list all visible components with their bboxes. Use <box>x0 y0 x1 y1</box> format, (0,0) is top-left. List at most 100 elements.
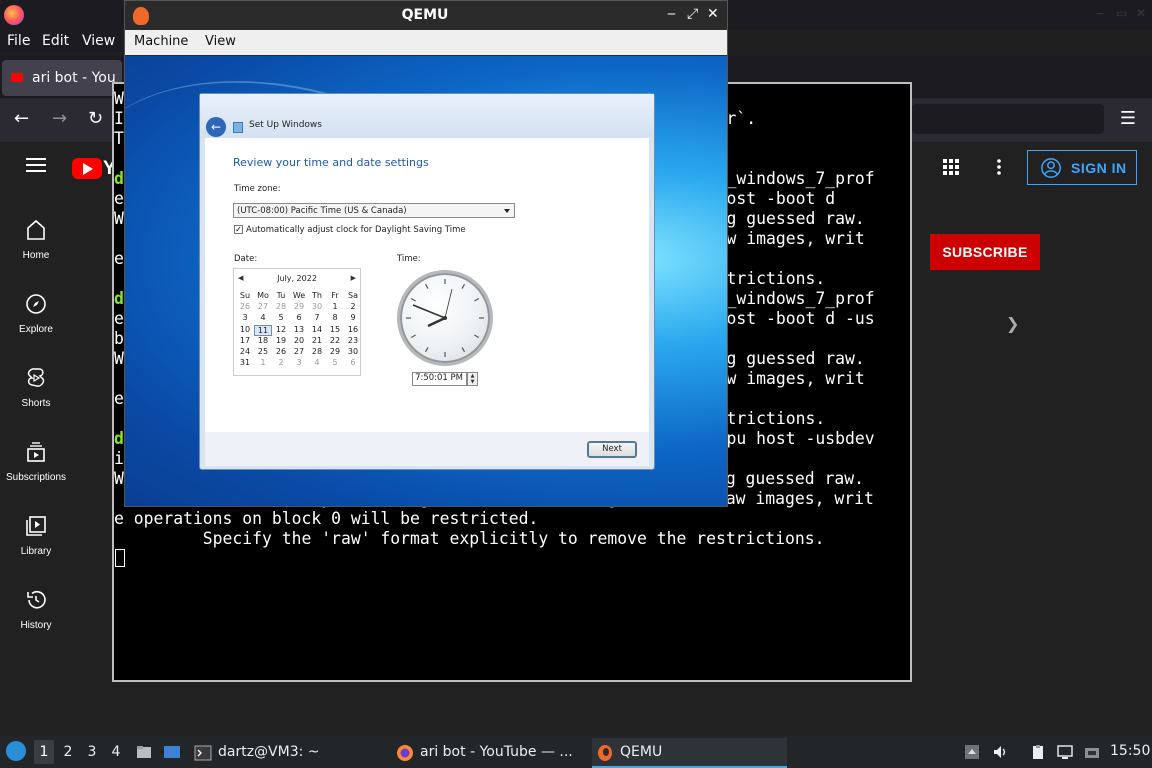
calendar-day[interactable]: 16 <box>344 325 362 334</box>
maximize-icon[interactable]: ▭ <box>1116 6 1127 20</box>
forward-icon[interactable]: → <box>52 108 67 129</box>
browser-tab[interactable]: ari bot - You <box>2 60 122 96</box>
menu-machine[interactable]: Machine <box>134 34 188 49</box>
more-vert-icon[interactable] <box>997 159 1001 175</box>
sidebar-item-explore[interactable]: Explore <box>0 292 72 366</box>
calendar-day[interactable]: 26 <box>236 302 254 311</box>
calendar-day[interactable]: 5 <box>326 358 344 367</box>
calendar-day[interactable]: 2 <box>272 358 290 367</box>
calendar-day[interactable]: 26 <box>272 347 290 356</box>
calendar-day[interactable]: 3 <box>236 313 254 322</box>
network-icon[interactable] <box>1084 744 1100 760</box>
menu-file[interactable]: File <box>7 33 30 49</box>
calendar-day[interactable]: 1 <box>254 358 272 367</box>
start-menu-icon[interactable] <box>6 741 26 761</box>
calendar-day[interactable]: 24 <box>236 347 254 356</box>
workspace-1[interactable]: 1 <box>34 740 54 764</box>
calendar-day[interactable]: 29 <box>326 347 344 356</box>
reload-icon[interactable]: ↻ <box>88 108 103 129</box>
calendar-day[interactable]: 3 <box>290 358 308 367</box>
calendar-day[interactable]: 4 <box>308 358 326 367</box>
volume-icon[interactable] <box>992 744 1008 760</box>
workspace-2[interactable]: 2 <box>58 744 78 760</box>
sidebar-item-shorts[interactable]: Shorts <box>0 366 72 440</box>
calendar-day[interactable]: 17 <box>236 336 254 345</box>
sidebar-item-library[interactable]: Library <box>0 514 72 588</box>
calendar-day[interactable]: 5 <box>272 313 290 322</box>
workspace-3[interactable]: 3 <box>82 744 102 760</box>
calendar-day[interactable]: 18 <box>254 336 272 345</box>
sidebar-item-label: Library <box>20 546 52 557</box>
sidebar-item-home[interactable]: Home <box>0 218 72 292</box>
time-field[interactable]: 7:50:01 PM <box>412 372 467 386</box>
back-icon[interactable]: ← <box>14 108 29 129</box>
calendar-day[interactable]: 11 <box>254 324 272 336</box>
calendar-day[interactable]: 21 <box>308 336 326 345</box>
task-terminal[interactable]: dartz@VM3: ~ <box>190 738 380 768</box>
close-icon[interactable]: ✕ <box>707 6 719 22</box>
calendar-day[interactable]: 4 <box>254 313 272 322</box>
clipboard-icon[interactable] <box>1030 744 1046 760</box>
terminal-line: e operations on block 0 will be restrict… <box>114 509 539 528</box>
dst-checkbox[interactable]: ✓ <box>234 225 243 234</box>
task-qemu[interactable]: QEMU <box>592 738 787 768</box>
calendar-day[interactable]: 28 <box>308 347 326 356</box>
maximize-icon[interactable]: ⤢ <box>687 6 698 22</box>
back-arrow-icon[interactable]: ← <box>206 117 226 137</box>
sign-in-button[interactable]: SIGN IN <box>1027 150 1137 185</box>
calendar-day[interactable]: 14 <box>308 325 326 334</box>
qemu-window[interactable]: QEMU ‒ ⤢ ✕ Machine View ← Set Up Windows… <box>124 0 728 507</box>
workspace-4[interactable]: 4 <box>106 744 126 760</box>
minimize-icon[interactable]: ‒ <box>667 6 676 22</box>
show-desktop-icon[interactable] <box>164 744 180 760</box>
task-firefox[interactable]: ari bot - YouTube — ... <box>392 738 587 768</box>
calendar-day[interactable]: 20 <box>290 336 308 345</box>
menu-view[interactable]: View <box>205 34 236 49</box>
sidebar-item-history[interactable]: History <box>0 588 72 662</box>
calendar-day[interactable]: 27 <box>290 347 308 356</box>
sidebar-item-subscriptions[interactable]: Subscriptions <box>0 440 72 514</box>
calendar-day[interactable]: 10 <box>236 325 254 334</box>
calendar-day[interactable]: 25 <box>254 347 272 356</box>
calendar-day[interactable]: 28 <box>272 302 290 311</box>
calendar-day[interactable]: 6 <box>290 313 308 322</box>
tray-expand-icon[interactable] <box>964 744 980 760</box>
close-icon[interactable]: ✕ <box>1136 6 1146 20</box>
url-bar[interactable] <box>912 104 1104 134</box>
calendar-day[interactable]: 9 <box>344 313 362 322</box>
calendar-day[interactable]: 31 <box>236 358 254 367</box>
next-button[interactable]: Next <box>587 441 637 458</box>
display-icon[interactable] <box>1057 744 1073 760</box>
calendar-day[interactable]: 19 <box>272 336 290 345</box>
youtube-logo-icon[interactable] <box>72 158 102 179</box>
menu-edit[interactable]: Edit <box>42 33 69 49</box>
chevron-right-icon[interactable]: ❯ <box>1006 314 1019 333</box>
next-month-icon[interactable]: ▶ <box>351 274 356 282</box>
time-spinner[interactable]: ▲ ▼ <box>467 372 478 386</box>
calendar-day[interactable]: 12 <box>272 325 290 334</box>
clock[interactable]: 15:50 <box>1110 743 1150 759</box>
vm-display[interactable]: ← Set Up Windows Review your time and da… <box>125 56 727 506</box>
minimize-icon[interactable]: ‒ <box>1096 6 1104 20</box>
guide-menu-icon[interactable] <box>26 158 46 172</box>
file-manager-icon[interactable] <box>136 744 152 760</box>
calendar-day[interactable]: 6 <box>344 358 362 367</box>
calendar-day[interactable]: 29 <box>290 302 308 311</box>
apps-grid-icon[interactable] <box>943 159 959 175</box>
calendar-day[interactable]: 13 <box>290 325 308 334</box>
calendar-day[interactable]: 2 <box>344 302 362 311</box>
calendar-day[interactable]: 30 <box>344 347 362 356</box>
menu-view[interactable]: View <box>82 33 115 49</box>
calendar-day[interactable]: 7 <box>308 313 326 322</box>
calendar-day[interactable]: 1 <box>326 302 344 311</box>
timezone-select[interactable]: (UTC-08:00) Pacific Time (US & Canada) <box>233 203 515 218</box>
calendar-day[interactable]: 22 <box>326 336 344 345</box>
shorts-icon <box>27 368 45 387</box>
calendar-day[interactable]: 23 <box>344 336 362 345</box>
subscribe-button[interactable]: SUBSCRIBE <box>930 234 1040 270</box>
calendar-day[interactable]: 27 <box>254 302 272 311</box>
calendar-day[interactable]: 30 <box>308 302 326 311</box>
calendar-day[interactable]: 8 <box>326 313 344 322</box>
app-menu-icon[interactable]: ☰ <box>1120 108 1136 129</box>
calendar-day[interactable]: 15 <box>326 325 344 334</box>
